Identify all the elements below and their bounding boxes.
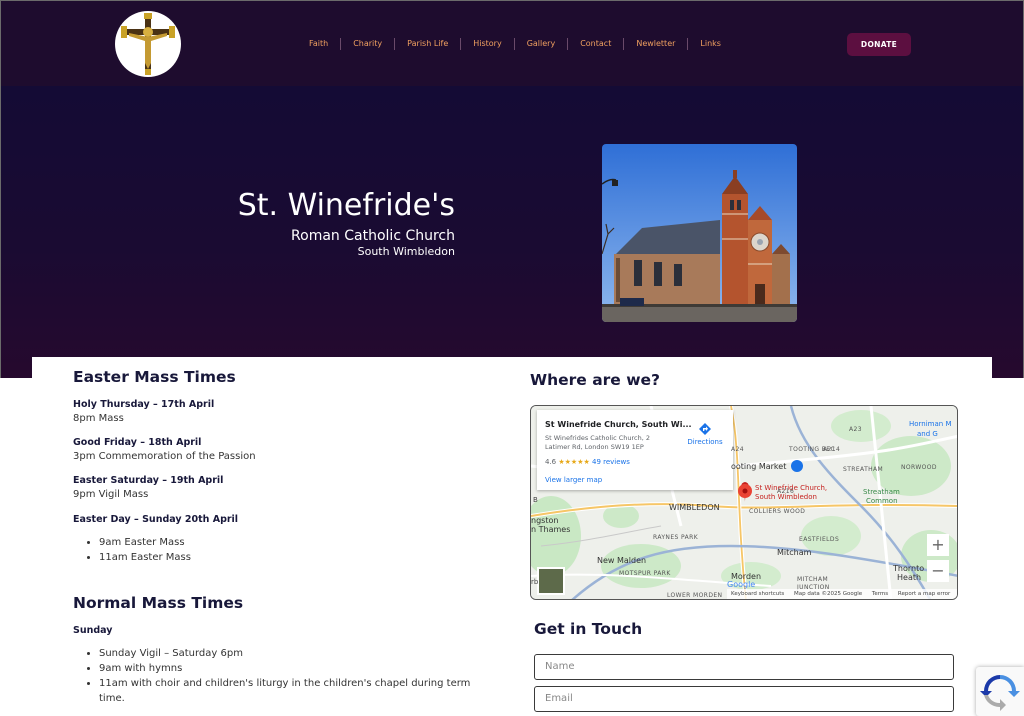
map-label: A216: [777, 488, 795, 495]
recaptcha-badge[interactable]: [976, 667, 1024, 716]
map-label: STREATHAM: [843, 466, 884, 473]
map-label: and G: [917, 430, 938, 438]
nav-links[interactable]: Links: [688, 38, 733, 50]
nav-faith[interactable]: Faith: [297, 38, 342, 50]
map-label: COLLIERS WOOD: [749, 508, 806, 515]
place-address: St Winefrides Catholic Church, 2 Latimer…: [545, 434, 675, 452]
directions-icon: [699, 423, 711, 435]
map-footer: Keyboard shortcuts Map data ©2025 Google…: [727, 589, 957, 599]
main-nav: Faith Charity Parish Life History Galler…: [297, 38, 733, 50]
church-title: St. Winefride's: [237, 188, 455, 223]
map-label: EASTFIELDS: [799, 536, 840, 543]
map-label: WIMBLEDON: [669, 503, 720, 512]
map-label: New Malden: [597, 556, 647, 565]
rating-value: 4.6: [545, 458, 557, 466]
zoom-in-button[interactable]: +: [927, 534, 949, 556]
contact-heading: Get in Touch: [534, 620, 643, 638]
report-error-link[interactable]: Report a map error: [898, 591, 950, 597]
list-item: time.: [99, 693, 125, 704]
map-data-credit: Map data ©2025 Google: [794, 591, 863, 597]
easter-day-list: 9am Easter Mass 11am Easter Mass: [73, 535, 191, 565]
star-icons: ★★★★★: [558, 458, 590, 466]
holy-thursday-time: 8pm Mass: [73, 413, 124, 424]
map-label: B: [533, 496, 538, 504]
donate-button[interactable]: DONATE: [847, 33, 911, 56]
map-label: A23: [849, 426, 862, 433]
name-field[interactable]: Name: [534, 654, 954, 680]
nav-contact[interactable]: Contact: [568, 38, 625, 50]
easter-saturday-title: Easter Saturday – 19th April: [73, 475, 224, 486]
easter-heading: Easter Mass Times: [73, 368, 236, 386]
terms-link[interactable]: Terms: [872, 591, 888, 597]
place-name: St Winefride Church, South Wi...: [545, 420, 692, 429]
map-label: ooting Market: [731, 462, 787, 471]
map-label: Streatham: [863, 488, 900, 496]
church-photo: [602, 144, 797, 322]
hero-section: St. Winefride's Roman Catholic Church So…: [0, 86, 1024, 378]
list-item: 11am Easter Mass: [99, 550, 191, 565]
church-location: South Wimbledon: [357, 245, 455, 258]
sunday-list: Sunday Vigil – Saturday 6pm 9am with hym…: [73, 646, 470, 706]
address-line: St Winefrides Catholic Church, 2: [545, 434, 650, 442]
map-label: MOTSPUR PARK: [619, 570, 671, 577]
list-item: 9am Easter Mass: [99, 535, 191, 550]
easter-saturday-time: 9pm Vigil Mass: [73, 489, 149, 500]
nav-parish-life[interactable]: Parish Life: [395, 38, 462, 50]
map-label: RAYNES PARK: [653, 534, 699, 541]
nav-charity[interactable]: Charity: [341, 38, 396, 50]
recaptcha-icon: [980, 675, 1020, 711]
map-label: Mitcham: [777, 548, 812, 557]
directions-button[interactable]: Directions: [683, 422, 727, 446]
sunday-title: Sunday: [73, 625, 113, 636]
map-label: LOWER MORDEN: [667, 592, 723, 599]
map-heading: Where are we?: [530, 371, 661, 389]
nav-gallery[interactable]: Gallery: [515, 38, 569, 50]
reviews-link[interactable]: 49 reviews: [592, 458, 630, 466]
map-label: n Thames: [531, 525, 571, 534]
google-logo: Google: [727, 580, 756, 589]
keyboard-shortcuts-link[interactable]: Keyboard shortcuts: [731, 591, 784, 597]
map-label: ngston: [531, 516, 559, 525]
easter-day-title: Easter Day – Sunday 20th April: [73, 514, 239, 525]
email-field[interactable]: Email: [534, 686, 954, 712]
map-label: Common: [866, 497, 898, 505]
site-header: Faith Charity Parish Life History Galler…: [0, 0, 1024, 86]
crucifix-icon: [121, 13, 175, 75]
nav-newletter[interactable]: Newletter: [624, 38, 689, 50]
list-item: 11am with choir and children's liturgy i…: [99, 676, 470, 691]
place-card: St Winefride Church, South Wi... St Wine…: [537, 410, 733, 490]
nav-history[interactable]: History: [461, 38, 515, 50]
map-label: Horniman M: [909, 420, 952, 428]
church-subtitle: Roman Catholic Church: [291, 228, 455, 244]
normal-heading: Normal Mass Times: [73, 594, 244, 612]
directions-label: Directions: [687, 438, 723, 446]
list-item: Sunday Vigil – Saturday 6pm: [99, 646, 470, 661]
parish-logo[interactable]: [115, 11, 181, 77]
place-rating: 4.6 ★★★★★ 49 reviews: [545, 458, 630, 466]
map-label: Thornto: [893, 564, 925, 573]
google-map[interactable]: St Winefride Church, South Wi... St Wine…: [530, 405, 958, 600]
map-label: A214: [823, 446, 841, 453]
map-label: MITCHAM: [797, 576, 829, 583]
list-item: 9am with hymns: [99, 661, 470, 676]
view-larger-map-link[interactable]: View larger map: [545, 476, 602, 484]
good-friday-title: Good Friday – 18th April: [73, 437, 202, 448]
good-friday-time: 3pm Commemoration of the Passion: [73, 451, 256, 462]
map-label: rb: [531, 578, 539, 586]
address-line: Latimer Rd, London SW19 1EP: [545, 443, 644, 451]
holy-thursday-title: Holy Thursday – 17th April: [73, 399, 215, 410]
map-label: NORWOOD: [901, 464, 937, 471]
map-label: Heath: [897, 573, 922, 582]
content-card: Easter Mass Times Holy Thursday – 17th A…: [32, 357, 992, 716]
map-label: A24: [731, 446, 744, 453]
zoom-out-button[interactable]: −: [927, 560, 949, 582]
